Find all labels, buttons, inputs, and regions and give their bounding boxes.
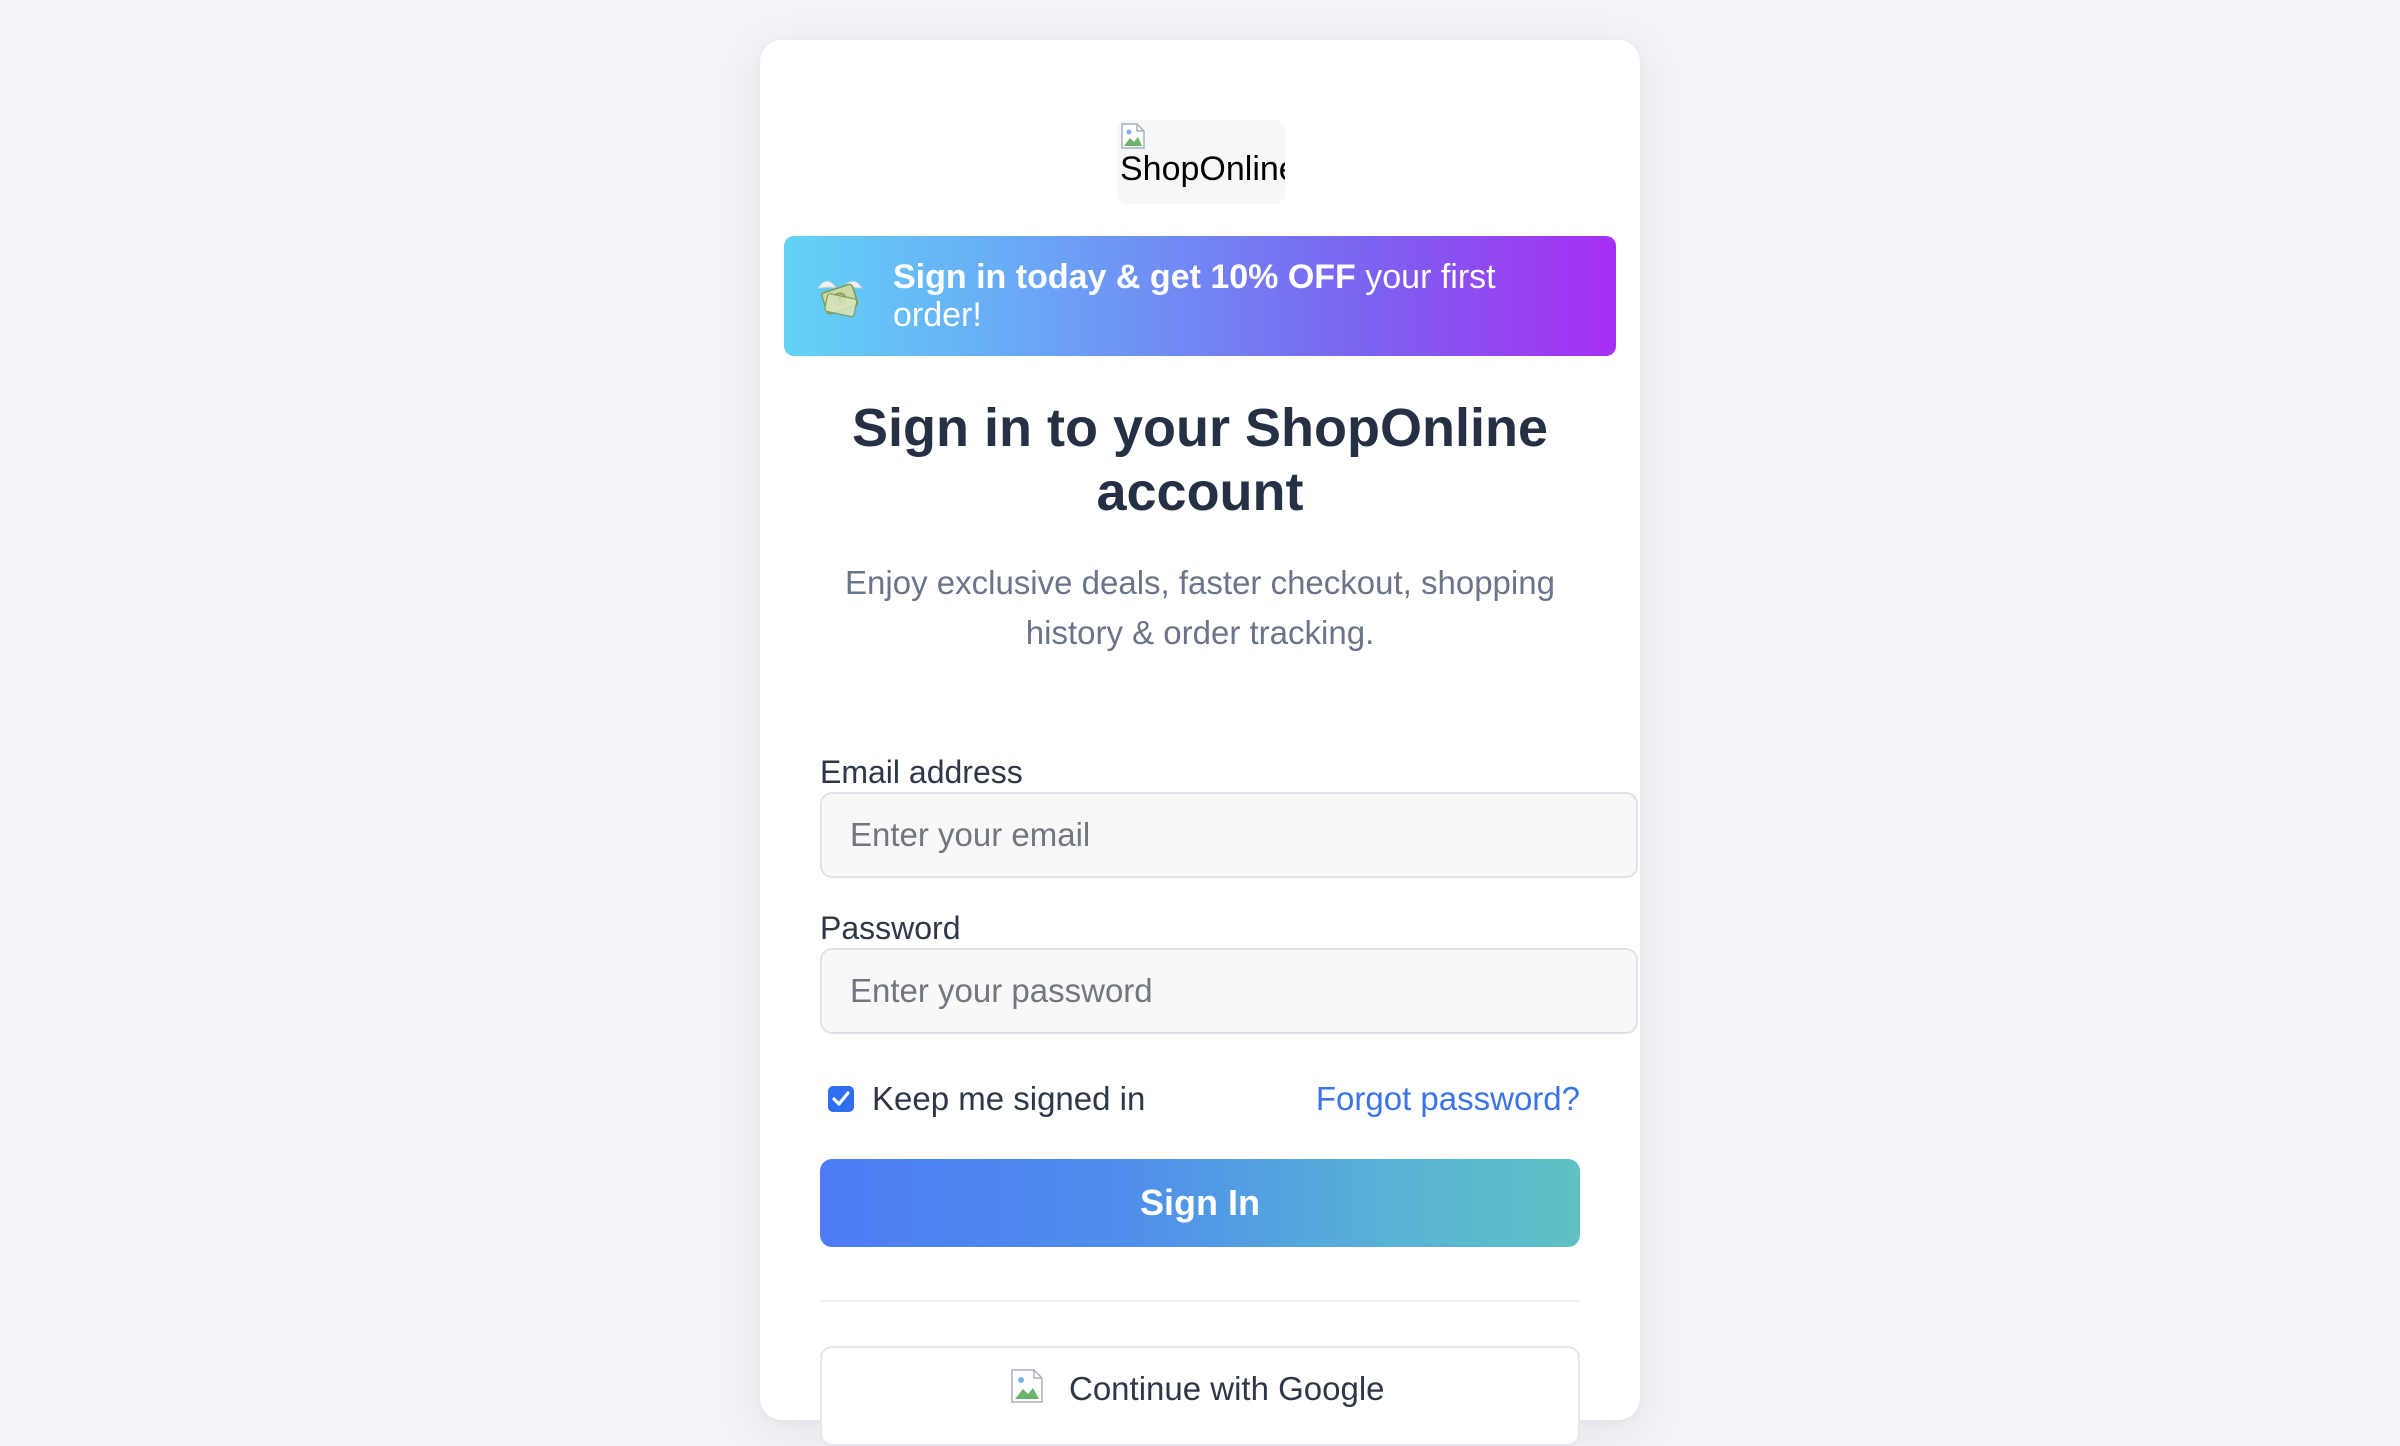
signin-card: ShopOnline Logo $ Sign in today & get 10… [760, 40, 1640, 1446]
password-label: Password [820, 910, 961, 946]
checkmark-icon [832, 1091, 850, 1106]
divider [820, 1300, 1580, 1302]
page-subtitle: Enjoy exclusive deals, faster checkout, … [845, 564, 1555, 651]
email-field[interactable] [820, 792, 1638, 878]
email-label: Email address [820, 754, 1023, 790]
broken-image-icon [1121, 123, 1145, 149]
forgot-password-link[interactable]: Forgot password? [1316, 1080, 1580, 1118]
password-field[interactable] [820, 948, 1638, 1034]
google-icon [1011, 1369, 1043, 1403]
google-button-label: Continue with Google [1069, 1370, 1385, 1407]
promo-text: Sign in today & get 10% OFF your first o… [893, 258, 1533, 334]
promo-banner: $ Sign in today & get 10% OFF your first… [784, 236, 1616, 356]
continue-with-google-button[interactable]: Continue with Google [820, 1346, 1580, 1446]
sign-in-button[interactable]: Sign In [820, 1159, 1580, 1247]
money-with-wings-icon: $ [817, 280, 863, 318]
keep-signed-in-label[interactable]: Keep me signed in [872, 1080, 1145, 1118]
promo-highlight: Sign in today & get 10% OFF [893, 258, 1356, 296]
keep-signed-in-checkbox[interactable] [828, 1086, 854, 1112]
shoponline-logo: ShopOnline Logo [1117, 120, 1285, 204]
logo-alt-text: ShopOnline Logo [1120, 150, 1285, 188]
page-title: Sign in to your ShopOnline account [852, 398, 1548, 522]
